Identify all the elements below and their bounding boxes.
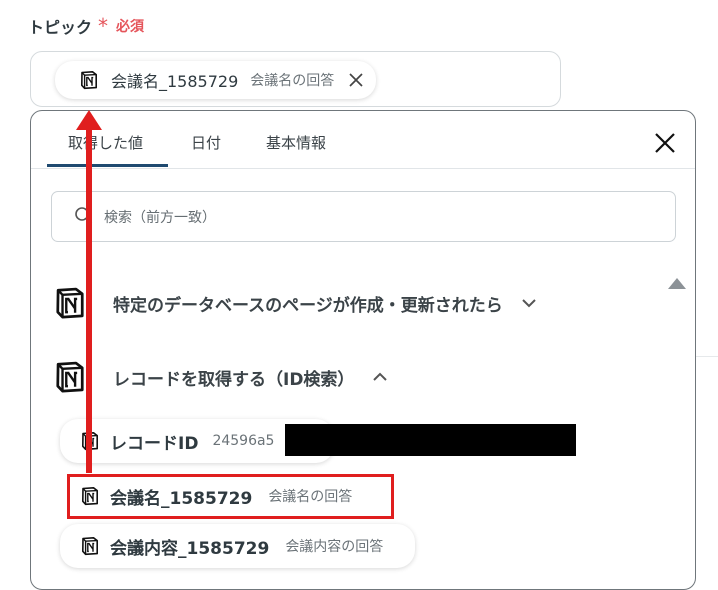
annotation-highlight-box <box>67 474 394 519</box>
close-icon[interactable] <box>651 129 679 157</box>
item-sub: 会議内容の回答 <box>285 539 384 555</box>
annotation-arrow-shaft <box>86 125 92 473</box>
chip-name: 会議名_1585729 <box>111 72 239 91</box>
notion-icon <box>79 70 99 90</box>
scroll-up-arrow-icon[interactable] <box>667 276 687 290</box>
selected-value-chip[interactable]: 会議名_1585729 会議名の回答 <box>55 61 377 99</box>
annotation-arrow-head-icon <box>76 110 102 130</box>
section-label: レコードを取得する（ID検索） <box>113 369 355 390</box>
section-get-record-by-id[interactable]: レコードを取得する（ID検索） <box>53 360 388 394</box>
item-sub: 24596a5 <box>212 433 275 449</box>
topic-label: トピック <box>28 18 93 37</box>
chevron-up-icon <box>373 372 388 381</box>
background-divider <box>696 356 718 357</box>
tab-divider <box>31 168 695 169</box>
required-text: 必須 <box>116 19 144 35</box>
tab-acquired-values[interactable]: 取得した値 <box>68 132 143 153</box>
tab-basic-info[interactable]: 基本情報 <box>266 132 326 153</box>
remove-chip-icon[interactable] <box>348 72 364 88</box>
redaction-block <box>285 424 576 456</box>
notion-icon <box>53 360 87 394</box>
section-page-created-updated[interactable]: 特定のデータベースのページが作成・更新されたら <box>53 286 537 320</box>
tab-date[interactable]: 日付 <box>191 132 221 153</box>
active-tab-indicator <box>47 164 168 167</box>
search-input[interactable]: 検索（前方一致） <box>51 191 676 242</box>
item-name: レコードID <box>110 433 199 454</box>
search-placeholder: 検索（前方一致） <box>104 210 216 226</box>
section-label: 特定のデータベースのページが作成・更新されたら <box>113 295 503 316</box>
item-name: 会議内容_1585729 <box>110 538 270 559</box>
notion-icon <box>80 536 100 556</box>
item-meeting-content[interactable]: 会議内容_1585729 会議内容の回答 <box>60 524 416 568</box>
required-mark: * <box>98 14 108 38</box>
chip-sub: 会議名の回答 <box>250 73 335 89</box>
chevron-down-icon <box>522 299 536 308</box>
notion-icon <box>53 286 87 320</box>
